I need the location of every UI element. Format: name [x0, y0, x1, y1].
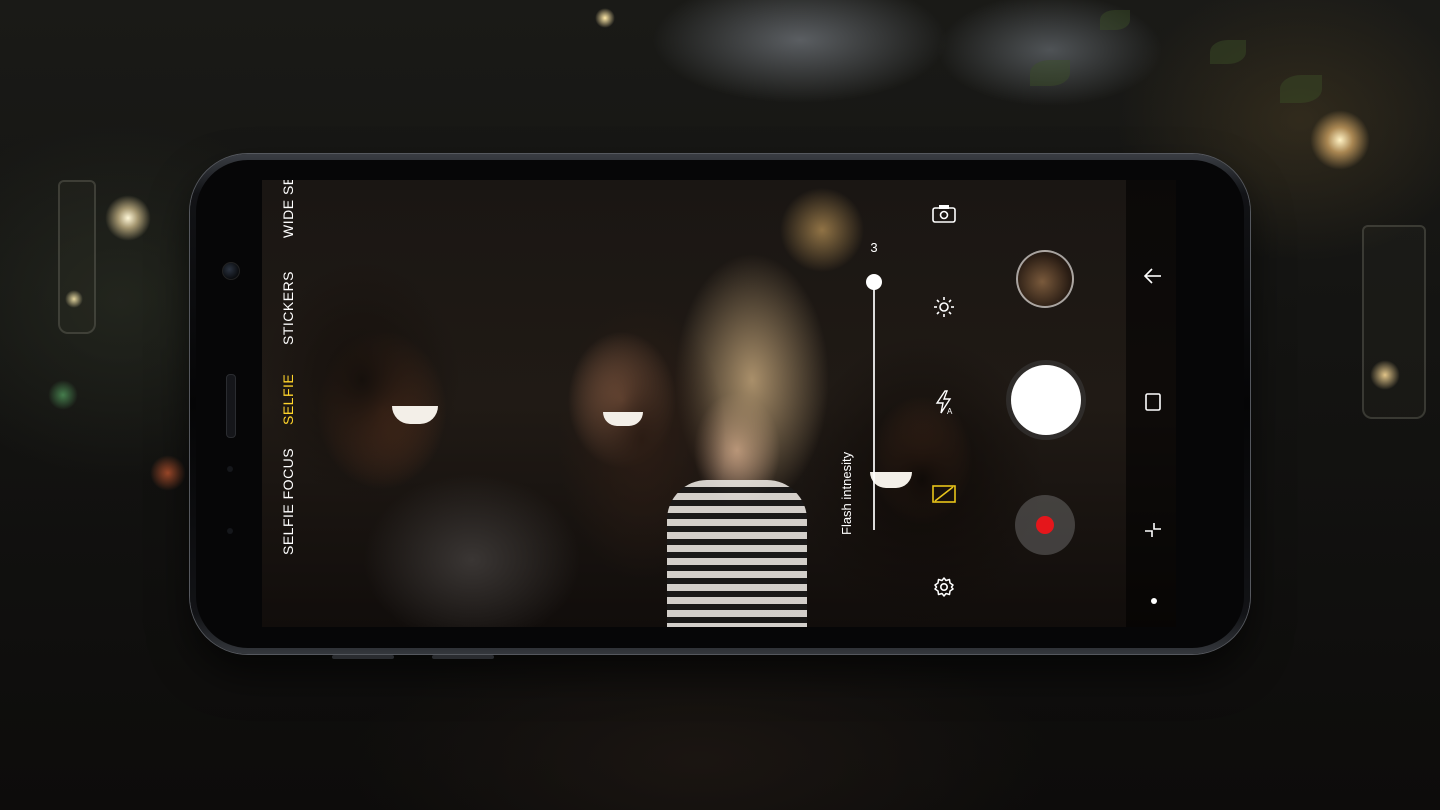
flash-intensity-handle[interactable] — [866, 274, 882, 290]
brightness-icon[interactable] — [930, 293, 958, 321]
switch-camera-icon[interactable] — [930, 200, 958, 228]
shutter-core — [1011, 365, 1081, 435]
light-sensor — [227, 528, 233, 534]
volume-button — [332, 655, 394, 659]
bokeh-light — [150, 455, 186, 491]
mode-selfie[interactable]: SELFIE — [280, 370, 310, 425]
striped-shirt — [667, 480, 807, 627]
gallery-thumbnail[interactable] — [1016, 250, 1074, 308]
record-button[interactable] — [1015, 495, 1075, 555]
flash-auto-icon[interactable]: A — [930, 388, 958, 416]
hdr-off-icon[interactable] — [930, 480, 958, 508]
proximity-sensor — [227, 466, 233, 472]
leaf — [1210, 40, 1246, 64]
leaf — [1100, 10, 1130, 30]
mode-stickers[interactable]: STICKERS — [280, 270, 310, 345]
camera-screen: SELFIE FOCUS SELFIE STICKERS WIDE SE 3 F… — [262, 180, 1176, 627]
bokeh-light — [1310, 110, 1370, 170]
svg-text:A: A — [947, 407, 953, 415]
mode-selfie-focus[interactable]: SELFIE FOCUS — [280, 445, 310, 555]
leaf — [1280, 75, 1322, 103]
camera-mode-selector: SELFIE FOCUS SELFIE STICKERS WIDE SE — [280, 180, 310, 627]
bokeh-light — [595, 8, 615, 28]
home-square-icon[interactable] — [1139, 388, 1167, 416]
hanging-jar — [1362, 225, 1426, 419]
bokeh-light — [105, 195, 151, 241]
earpiece-speaker — [226, 374, 236, 438]
nav-indicator-dot — [1151, 598, 1157, 604]
mode-wide-selfie[interactable]: WIDE SE — [280, 180, 310, 238]
record-dot-icon — [1036, 516, 1054, 534]
leaf — [1030, 60, 1070, 86]
flash-intensity-label: Flash intnesity — [839, 451, 854, 535]
settings-gear-icon[interactable] — [930, 573, 958, 601]
front-camera — [222, 262, 240, 280]
shutter-button[interactable] — [1006, 360, 1086, 440]
hanging-jar — [58, 180, 96, 334]
power-button — [432, 655, 494, 659]
flash-intensity-value: 3 — [870, 240, 878, 255]
bokeh-light — [48, 380, 78, 410]
back-arrow-icon[interactable] — [1139, 262, 1167, 290]
recents-icon[interactable] — [1139, 516, 1167, 544]
flash-intensity-track[interactable] — [873, 280, 875, 530]
